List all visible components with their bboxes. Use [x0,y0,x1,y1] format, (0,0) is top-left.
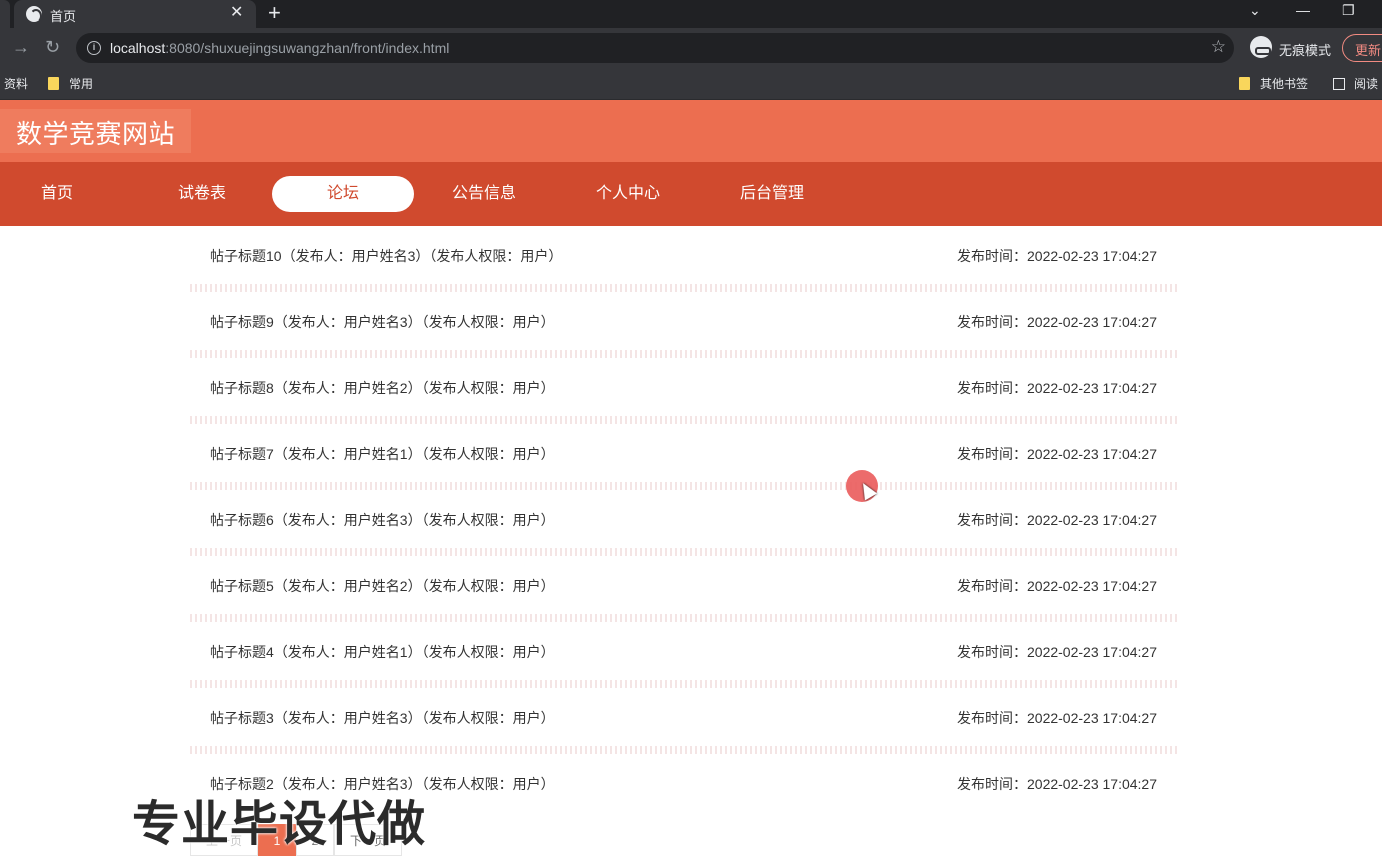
reload-icon[interactable]: ↻ [45,36,60,58]
post-title[interactable]: 帖子标题7（发布人：用户姓名1）（发布人权限：用户） [210,444,555,464]
site-header: 数学竞赛网站 [0,100,1382,162]
site-info-icon[interactable]: i [87,41,101,55]
nav-announcements[interactable]: 公告信息 [413,176,555,212]
post-title[interactable]: 帖子标题6（发布人：用户姓名3）（发布人权限：用户） [210,510,555,530]
tab-title: 首页 [50,9,77,24]
restore-icon[interactable]: ❐ [1342,2,1355,19]
watermark-text: 专业毕设代做 [132,798,427,851]
post-time: 发布时间：2022-02-23 17:04:27 [957,512,1157,528]
nav-admin[interactable]: 后台管理 [701,176,843,212]
post-title[interactable]: 帖子标题10（发布人：用户姓名3）（发布人权限：用户） [210,246,562,266]
post-time: 发布时间：2022-02-23 17:04:27 [957,578,1157,594]
divider [190,548,1178,556]
list-item[interactable]: 帖子标题7（发布人：用户姓名1）（发布人权限：用户） 发布时间：2022-02-… [190,424,1178,490]
url-text[interactable]: localhost:8080/shuxuejingsuwangzhan/fron… [110,40,449,56]
bookmark-folder-common[interactable]: 常用 [48,75,93,92]
update-button[interactable]: 更新 [1342,34,1382,62]
bookmark-star-icon[interactable]: ☆ [1211,37,1226,57]
globe-icon [26,6,42,23]
post-time: 发布时间：2022-02-23 17:04:27 [957,776,1157,792]
folder-icon [48,77,59,90]
list-item[interactable]: 帖子标题6（发布人：用户姓名3）（发布人权限：用户） 发布时间：2022-02-… [190,490,1178,556]
nav-forum[interactable]: 论坛 [272,176,414,212]
main-nav: 首页 试卷表 论坛 公告信息 个人中心 后台管理 [0,162,1382,226]
tab-search-chevron-icon[interactable]: ⌄ [1249,2,1261,19]
list-item[interactable]: 帖子标题10（发布人：用户姓名3）（发布人权限：用户） 发布时间：2022-02… [190,226,1178,292]
divider [190,284,1178,292]
list-item[interactable]: 帖子标题5（发布人：用户姓名2）（发布人权限：用户） 发布时间：2022-02-… [190,556,1178,622]
previous-tab-edge[interactable] [0,0,10,28]
address-bar[interactable]: i localhost:8080/shuxuejingsuwangzhan/fr… [76,33,1234,63]
divider [190,614,1178,622]
post-title[interactable]: 帖子标题4（发布人：用户姓名1）（发布人权限：用户） [210,642,555,662]
close-tab-icon[interactable]: ✕ [230,4,243,22]
minimize-icon[interactable]: — [1296,2,1310,18]
post-time: 发布时间：2022-02-23 17:04:27 [957,380,1157,396]
divider [190,482,1178,490]
list-item[interactable]: 帖子标题4（发布人：用户姓名1）（发布人权限：用户） 发布时间：2022-02-… [190,622,1178,688]
post-title[interactable]: 帖子标题5（发布人：用户姓名2）（发布人权限：用户） [210,576,555,596]
post-title[interactable]: 帖子标题3（发布人：用户姓名3）（发布人权限：用户） [210,708,555,728]
bookmarks-bar: 资料 常用 其他书签 阅读 [0,68,1382,100]
forward-icon[interactable]: → [12,36,30,58]
divider [190,746,1178,754]
new-tab-icon[interactable]: + [268,1,281,25]
post-time: 发布时间：2022-02-23 17:04:27 [957,248,1157,264]
divider [190,416,1178,424]
divider [190,680,1178,688]
folder-icon [1239,77,1250,90]
incognito-label: 无痕模式 [1279,43,1332,58]
browser-toolbar: → ↻ i localhost:8080/shuxuejingsuwangzha… [0,28,1382,68]
site-title: 数学竞赛网站 [0,109,192,153]
post-title[interactable]: 帖子标题8（发布人：用户姓名2）（发布人权限：用户） [210,378,555,398]
list-item[interactable]: 帖子标题9（发布人：用户姓名3）（发布人权限：用户） 发布时间：2022-02-… [190,292,1178,358]
reading-list[interactable]: 阅读 [1333,75,1378,92]
reading-list-icon [1333,78,1345,90]
list-item[interactable]: 帖子标题3（发布人：用户姓名3）（发布人权限：用户） 发布时间：2022-02-… [190,688,1178,754]
incognito-icon [1250,36,1272,58]
nav-home[interactable]: 首页 [0,176,128,212]
browser-tab[interactable]: 首页 ✕ [14,0,256,28]
post-time: 发布时间：2022-02-23 17:04:27 [957,710,1157,726]
post-time: 发布时间：2022-02-23 17:04:27 [957,644,1157,660]
post-time: 发布时间：2022-02-23 17:04:27 [957,314,1157,330]
browser-tabstrip: 首页 ✕ + ⌄ — ❐ [0,0,1382,28]
list-item[interactable]: 帖子标题8（发布人：用户姓名2）（发布人权限：用户） 发布时间：2022-02-… [190,358,1178,424]
bookmark-partial[interactable]: 资料 [4,75,28,92]
nav-exam-papers[interactable]: 试卷表 [131,176,273,212]
divider [190,350,1178,358]
bookmark-folder-other[interactable]: 其他书签 [1239,75,1308,92]
forum-post-list: 帖子标题10（发布人：用户姓名3）（发布人权限：用户） 发布时间：2022-02… [190,226,1178,820]
nav-personal-center[interactable]: 个人中心 [557,176,699,212]
post-title[interactable]: 帖子标题9（发布人：用户姓名3）（发布人权限：用户） [210,312,555,332]
post-time: 发布时间：2022-02-23 17:04:27 [957,446,1157,462]
